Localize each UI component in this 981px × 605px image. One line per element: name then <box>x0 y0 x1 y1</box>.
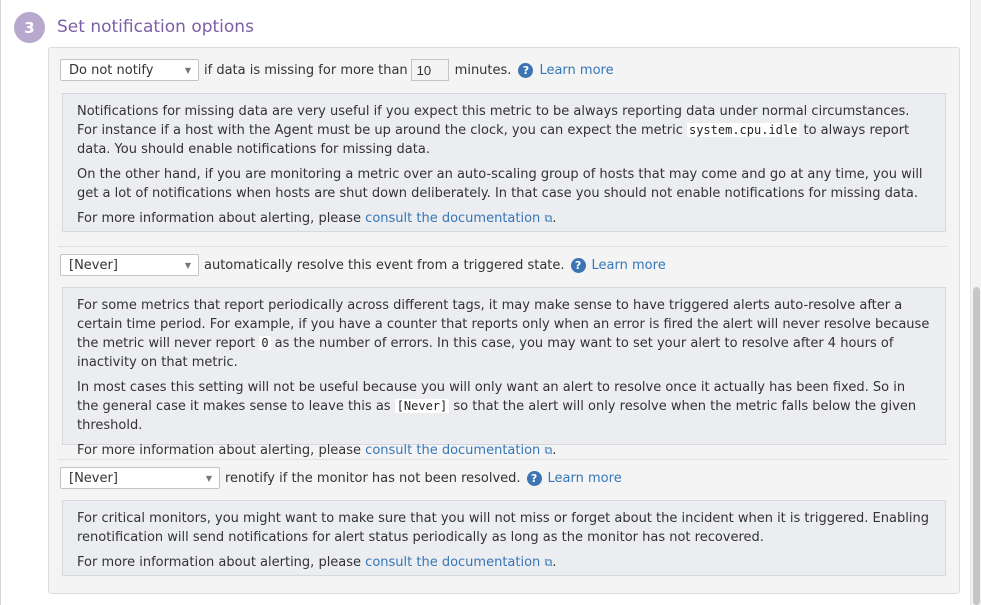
renotify-select-value: [Never] <box>69 470 118 486</box>
missing-data-info-p2: On the other hand, if you are monitoring… <box>77 167 923 201</box>
renotify-row: [Never] ▼ renotify if the monitor has no… <box>60 466 622 490</box>
page-left-border <box>0 0 1 605</box>
consult-documentation-link[interactable]: consult the documentation <box>365 211 540 226</box>
renotify-select[interactable]: [Never] ▼ <box>60 467 220 489</box>
step-number-badge: 3 <box>14 12 45 43</box>
chevron-down-icon: ▼ <box>184 260 191 270</box>
renotify-info-p1: For critical monitors, you might want to… <box>77 511 929 545</box>
consult-documentation-link[interactable]: consult the documentation <box>365 443 540 458</box>
more-info-prefix: For more information about alerting, ple… <box>77 443 366 458</box>
zero-code: 0 <box>259 336 271 350</box>
auto-resolve-learn-more-link[interactable]: Learn more <box>592 258 666 273</box>
more-info-prefix: For more information about alerting, ple… <box>77 555 366 570</box>
missing-data-info-p1: Notifications for missing data are very … <box>77 102 930 159</box>
more-info-suffix: . <box>552 211 557 226</box>
missing-data-text-after: minutes. <box>454 62 512 78</box>
chevron-down-icon: ▼ <box>184 65 191 75</box>
more-info-suffix: . <box>552 443 557 458</box>
renotify-learn-more-link[interactable]: Learn more <box>548 471 622 486</box>
auto-resolve-select-value: [Never] <box>69 257 118 273</box>
step-title: Set notification options <box>57 17 254 37</box>
more-info-suffix: . <box>552 555 557 570</box>
more-info-prefix: For more information about alerting, ple… <box>77 211 366 226</box>
missing-data-info-more: For more information about alerting, ple… <box>77 209 930 228</box>
auto-resolve-text: automatically resolve this event from a … <box>204 257 565 273</box>
question-circle-icon[interactable]: ? <box>570 257 586 273</box>
missing-data-select-value: Do not notify <box>69 62 154 78</box>
missing-data-text-before: if data is missing for more than <box>204 62 408 78</box>
missing-data-row: Do not notify ▼ if data is missing for m… <box>60 58 614 82</box>
question-circle-icon[interactable]: ? <box>526 470 542 486</box>
renotify-info-more: For more information about alerting, ple… <box>77 553 930 572</box>
missing-data-select[interactable]: Do not notify ▼ <box>60 59 199 81</box>
chevron-down-icon: ▼ <box>205 473 212 483</box>
auto-resolve-row: [Never] ▼ automatically resolve this eve… <box>60 253 666 277</box>
missing-data-info-box: Notifications for missing data are very … <box>62 93 946 232</box>
auto-resolve-info-box: For some metrics that report periodicall… <box>62 287 946 458</box>
renotify-text: renotify if the monitor has not been res… <box>225 470 521 486</box>
question-circle-icon[interactable]: ? <box>518 62 534 78</box>
missing-data-learn-more-link[interactable]: Learn more <box>539 63 613 78</box>
metric-code: system.cpu.idle <box>686 123 800 137</box>
missing-data-minutes-input[interactable] <box>410 59 449 81</box>
consult-documentation-link[interactable]: consult the documentation <box>365 555 540 570</box>
section-divider <box>58 459 948 460</box>
step-number: 3 <box>24 18 35 37</box>
auto-resolve-info-p2: In most cases this setting will not be u… <box>77 378 930 435</box>
never-code: [Never] <box>394 399 450 413</box>
section-divider <box>58 246 948 247</box>
auto-resolve-select[interactable]: [Never] ▼ <box>60 254 199 276</box>
auto-resolve-info-more: For more information about alerting, ple… <box>77 441 930 460</box>
auto-resolve-info-p1: For some metrics that report periodicall… <box>77 296 930 372</box>
renotify-info-box: For critical monitors, you might want to… <box>62 500 946 576</box>
scrollbar-thumb[interactable] <box>973 287 980 605</box>
